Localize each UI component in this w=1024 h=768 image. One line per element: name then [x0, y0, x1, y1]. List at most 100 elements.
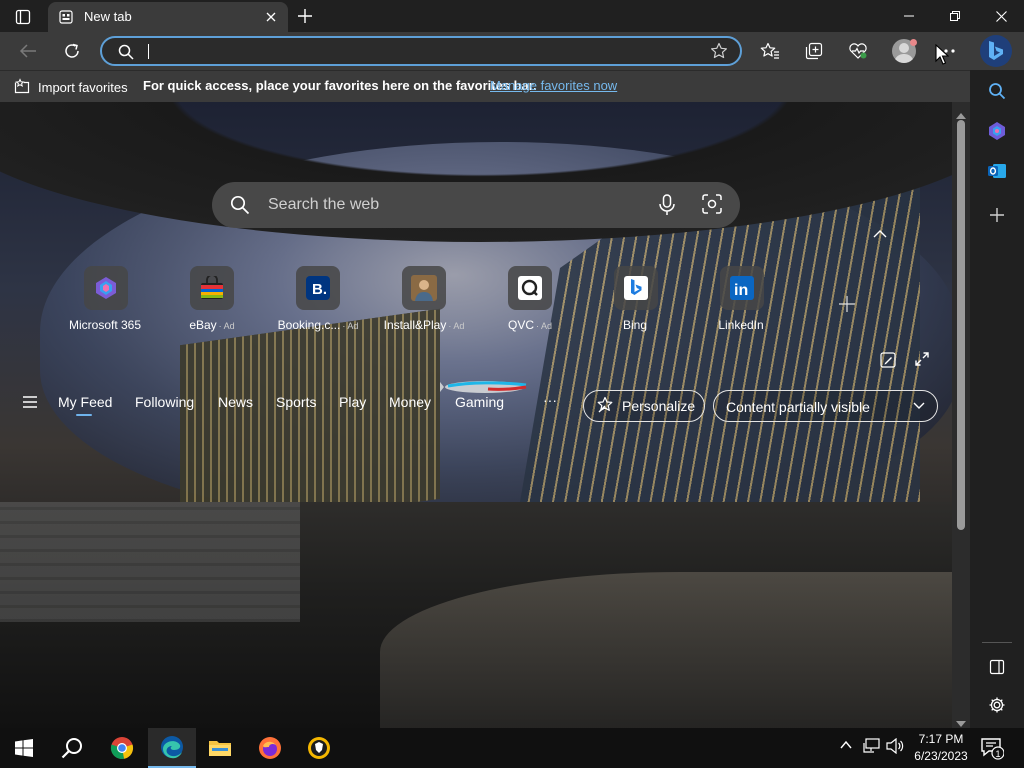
chevron-up-icon[interactable] — [872, 226, 888, 244]
content-visibility-dropdown[interactable]: Content partially visible — [713, 390, 938, 422]
hamburger-icon[interactable] — [22, 395, 38, 413]
system-clock[interactable]: 7:17 PM 6/23/2023 — [908, 731, 974, 765]
favorites-icon[interactable] — [755, 36, 785, 66]
bing-chat-icon[interactable] — [980, 35, 1012, 67]
settings-icon[interactable] — [984, 692, 1010, 718]
tab-sports[interactable]: Sports — [276, 394, 316, 410]
tab-title: New tab — [84, 9, 132, 24]
taskbar-search-icon[interactable] — [48, 728, 96, 768]
add-quick-link-icon[interactable] — [838, 295, 856, 318]
address-input[interactable] — [146, 41, 686, 61]
import-favorites-label: Import favorites — [38, 80, 128, 95]
sidebar-divider — [982, 642, 1012, 643]
quick-link-linkedin[interactable]: in LinkedIn — [687, 266, 797, 336]
restore-icon[interactable] — [932, 0, 978, 32]
tab-my-feed[interactable]: My Feed — [58, 394, 112, 416]
close-icon[interactable] — [978, 0, 1024, 32]
search-icon — [118, 44, 134, 65]
quick-link-microsoft-365[interactable]: Microsoft 365 — [51, 266, 161, 336]
brave-icon[interactable] — [295, 728, 343, 768]
quick-link-label: eBay · Ad — [189, 318, 235, 332]
tab-money[interactable]: Money — [389, 394, 431, 410]
scroll-thumb[interactable] — [957, 120, 965, 530]
quick-link-label: Booking.c... · Ad — [277, 318, 359, 332]
performance-icon[interactable] — [843, 36, 873, 66]
expand-icon[interactable] — [914, 351, 930, 372]
refresh-icon[interactable] — [57, 36, 87, 66]
linkedin-icon: in — [720, 266, 764, 310]
personalize-button[interactable]: Personalize — [583, 390, 705, 422]
text-caret — [148, 44, 149, 59]
tab-gaming[interactable]: Gaming — [455, 394, 504, 410]
hide-sidebar-icon[interactable] — [984, 654, 1010, 680]
import-favorites-icon — [14, 78, 30, 97]
qvc-icon — [508, 266, 552, 310]
profile-status-dot — [910, 39, 917, 46]
quick-link-qvc[interactable]: QVC · Ad — [475, 266, 585, 336]
personalize-label: Personalize — [622, 398, 696, 414]
notification-icon[interactable]: 1 — [980, 736, 1005, 765]
collections-icon[interactable] — [799, 36, 829, 66]
edge-icon[interactable] — [148, 728, 196, 768]
quick-link-bing[interactable]: Bing — [581, 266, 691, 336]
microsoft-365-icon — [84, 266, 128, 310]
background-road — [380, 572, 952, 728]
web-search-placeholder: Search the web — [268, 196, 380, 213]
import-favorites-button[interactable]: Import favorites — [14, 78, 128, 97]
bing-icon — [614, 266, 658, 310]
quick-link-install-play[interactable]: Install&Play · Ad — [369, 266, 479, 336]
web-search-box[interactable]: Search the web — [212, 182, 740, 228]
feed-more-button[interactable]: ··· — [543, 392, 557, 408]
show-hidden-icons-icon[interactable] — [839, 738, 853, 757]
new-tab-page-icon — [58, 9, 74, 25]
quick-link-booking[interactable]: B. Booking.c... · Ad — [263, 266, 373, 336]
browser-toolbar — [0, 32, 1024, 70]
install-play-icon — [402, 266, 446, 310]
title-bar: New tab — [0, 0, 1024, 32]
favorites-bar: Import favorites For quick access, place… — [0, 70, 970, 102]
mouse-cursor-icon — [935, 44, 949, 65]
sidebar-add-icon[interactable] — [984, 202, 1010, 228]
tab-news[interactable]: News — [218, 394, 253, 410]
tab-following[interactable]: Following — [135, 394, 194, 410]
ebay-icon — [190, 266, 234, 310]
network-icon[interactable] — [863, 738, 881, 759]
clock-time: 7:17 PM — [918, 732, 964, 746]
quick-link-ebay[interactable]: eBay · Ad — [157, 266, 267, 336]
firefox-icon[interactable] — [246, 728, 294, 768]
visual-search-icon[interactable] — [702, 194, 722, 219]
address-bar[interactable] — [100, 36, 742, 66]
back-icon[interactable] — [13, 36, 43, 66]
sidebar-outlook-icon[interactable] — [984, 158, 1010, 184]
edit-background-icon[interactable] — [880, 352, 896, 373]
minimize-icon[interactable] — [886, 0, 932, 32]
quick-link-label: QVC · Ad — [507, 318, 553, 332]
new-tab-icon[interactable] — [294, 5, 316, 27]
tab-close-icon[interactable] — [262, 8, 280, 26]
chevron-down-icon — [913, 402, 925, 409]
content-visibility-label: Content partially visible — [726, 399, 870, 415]
sidebar-copilot-icon[interactable] — [984, 118, 1010, 144]
sidebar-search-icon[interactable] — [984, 78, 1010, 104]
tab-play[interactable]: Play — [339, 394, 366, 410]
tab-new-tab[interactable]: New tab — [48, 2, 288, 32]
windows-icon[interactable] — [0, 728, 48, 768]
svg-text:B.: B. — [312, 281, 327, 298]
quick-link-label: Bing — [622, 318, 648, 332]
search-icon — [230, 195, 250, 220]
manage-favorites-link[interactable]: Manage favorites now — [490, 78, 617, 93]
clock-date: 6/23/2023 — [914, 749, 968, 763]
tab-actions-icon[interactable] — [12, 7, 34, 27]
edge-sidebar — [970, 70, 1024, 728]
new-tab-page: Search the web Microsoft 365 eBay · Ad B.… — [0, 102, 952, 728]
volume-icon[interactable] — [886, 737, 904, 759]
chrome-icon[interactable] — [98, 728, 146, 768]
star-icon[interactable] — [710, 42, 728, 65]
microphone-icon[interactable] — [657, 194, 677, 221]
feed-navigation: My Feed Following News Sports Play Money… — [0, 380, 952, 426]
quick-link-label: Install&Play · Ad — [383, 318, 465, 332]
page-scrollbar[interactable] — [952, 102, 970, 728]
svg-text:in: in — [734, 282, 748, 299]
booking-icon: B. — [296, 266, 340, 310]
file-explorer-icon[interactable] — [196, 728, 244, 768]
